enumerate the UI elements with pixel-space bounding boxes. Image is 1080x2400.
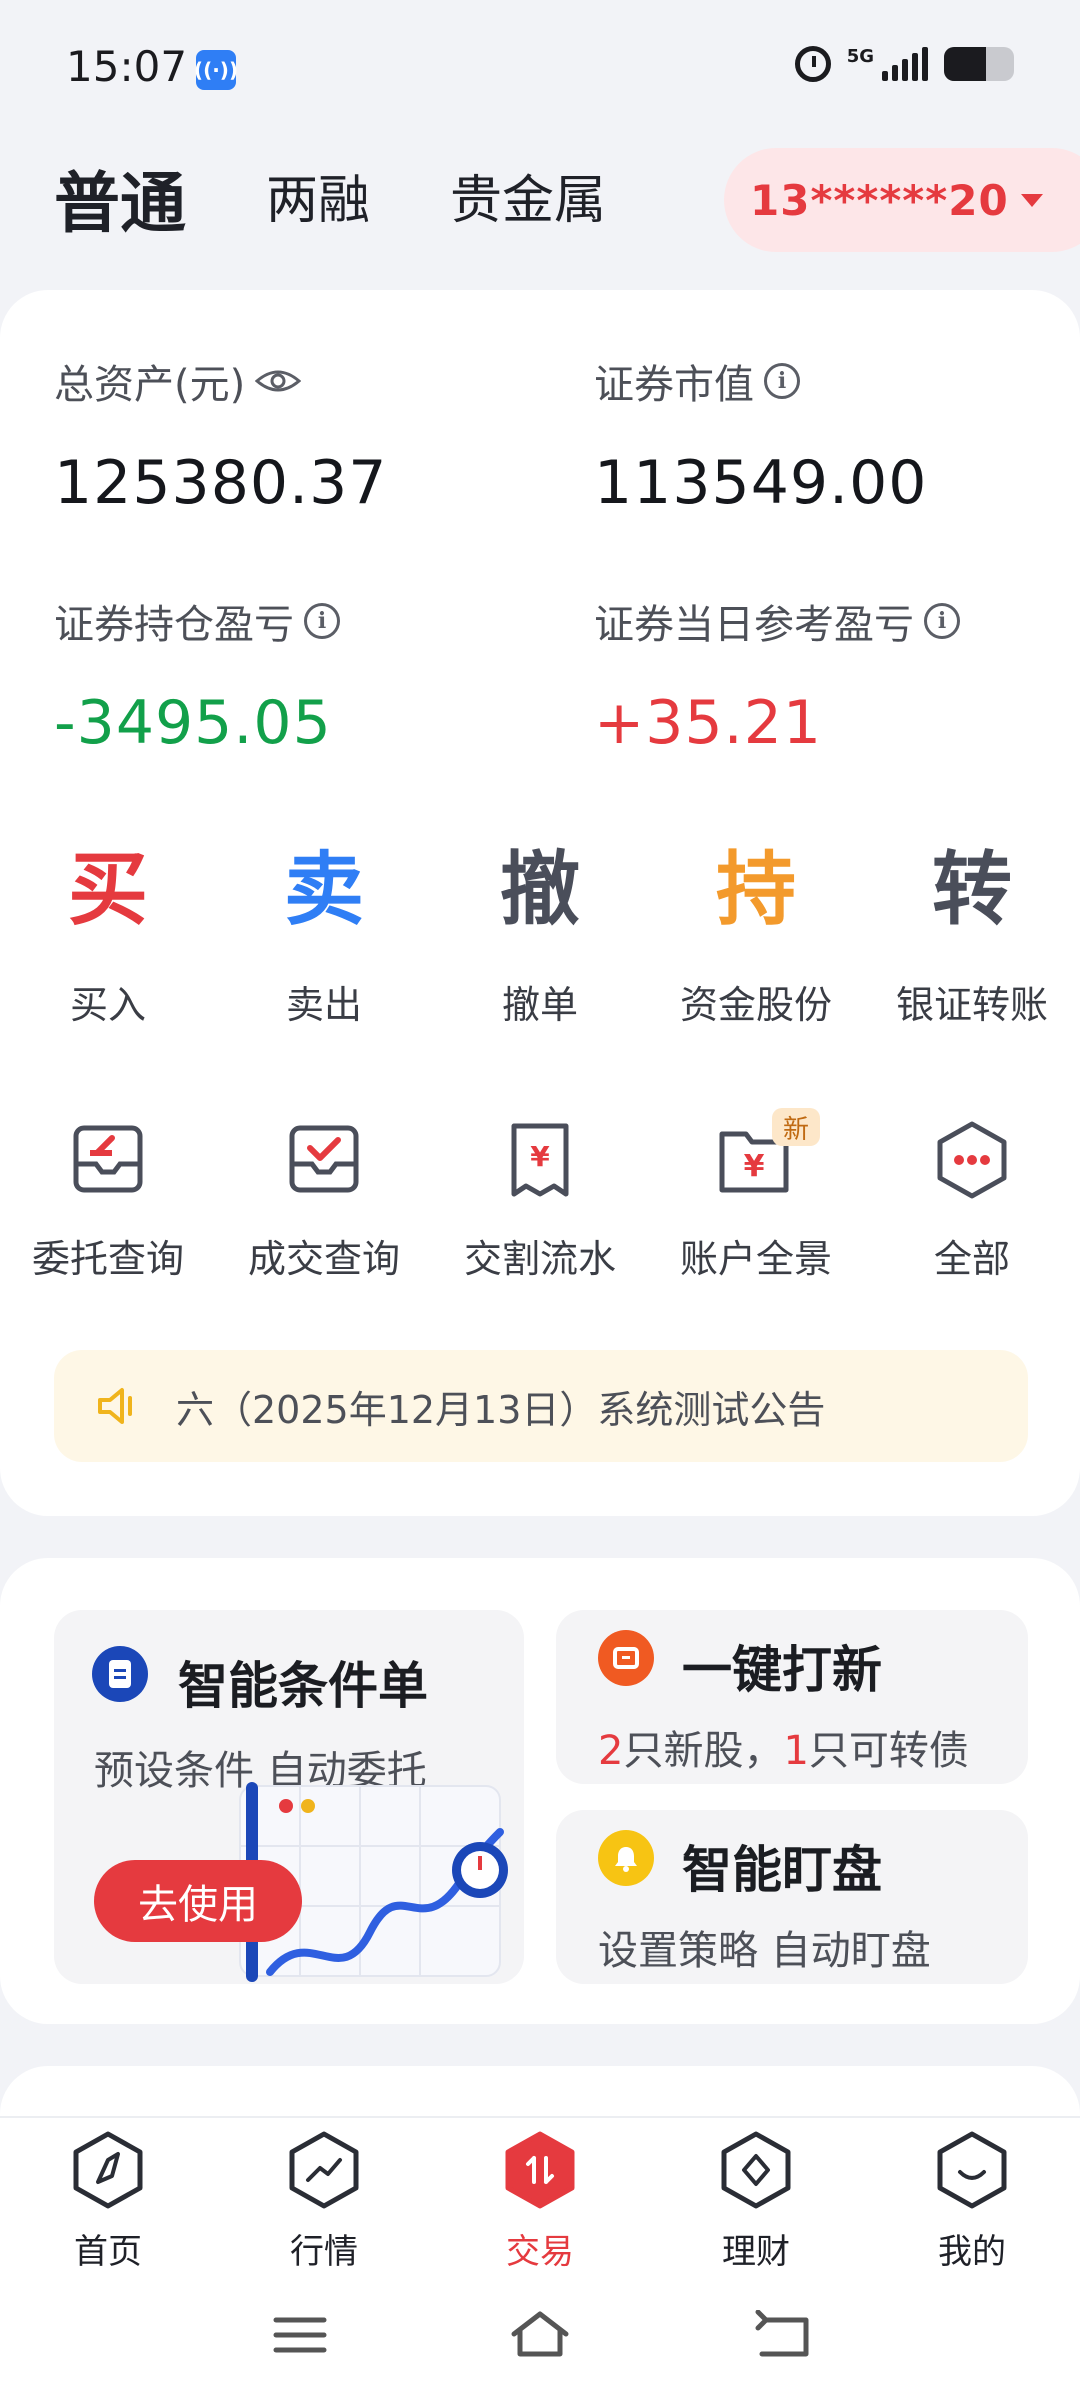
total-assets-label: 总资产(元) <box>54 352 302 410</box>
buy-button[interactable]: 买 买入 <box>0 850 216 1029</box>
use-button[interactable]: 去使用 <box>94 1860 302 1942</box>
more-icon <box>937 1121 1007 1199</box>
holdings-glyph: 持 <box>716 843 796 936</box>
account-overview-label: 账户全景 <box>679 1237 832 1281</box>
transfer-button[interactable]: 转 银证转账 <box>864 850 1080 1029</box>
settlement-button[interactable]: ¥ 交割流水 <box>432 1120 648 1283</box>
cancel-order-button[interactable]: 撤 撤单 <box>432 850 648 1029</box>
deal-query-button[interactable]: 成交查询 <box>216 1120 432 1283</box>
nav-home[interactable]: 首页 <box>0 2130 216 2273</box>
menu-icon[interactable] <box>270 2310 330 2360</box>
all-tools-button[interactable]: 全部 <box>864 1120 1080 1283</box>
info-icon[interactable]: i <box>304 603 340 639</box>
smile-icon <box>937 2131 1007 2209</box>
entrust-query-button[interactable]: 委托查询 <box>0 1120 216 1283</box>
account-selector[interactable]: 13******20 <box>724 148 1080 252</box>
notice-text: 六（2025年12月13日）系统测试公告 <box>176 1387 826 1432</box>
dropdown-arrow-icon <box>1020 193 1043 207</box>
nav-trade-label: 交易 <box>506 2232 574 2272</box>
entrust-query-icon <box>73 1125 143 1193</box>
monitor-subtitle: 设置策略 自动盯盘 <box>598 1928 931 1974</box>
signal-icon <box>882 47 928 81</box>
network-type: 5G <box>846 46 874 67</box>
transfer-label: 银证转账 <box>895 983 1048 1027</box>
compass-icon <box>73 2131 143 2209</box>
entrust-query-label: 委托查询 <box>31 1237 184 1281</box>
eye-icon[interactable] <box>255 367 302 395</box>
holdings-label: 资金股份 <box>679 983 832 1027</box>
notice-bar[interactable]: 六（2025年12月13日）系统测试公告 <box>54 1350 1028 1462</box>
ipo-stock-text: 只新股， <box>623 1728 784 1774</box>
svg-text:¥: ¥ <box>744 1149 765 1184</box>
back-icon[interactable] <box>752 2310 812 2360</box>
battery-icon <box>944 47 1014 81</box>
all-tools-label: 全部 <box>933 1237 1010 1281</box>
status-time: 15:07 <box>66 42 188 91</box>
nav-divider <box>0 2116 1080 2118</box>
total-assets-value: 125380.37 <box>54 448 388 518</box>
nav-trade[interactable]: 交易 <box>432 2130 648 2273</box>
account-overview-button[interactable]: ¥ 账户全景 <box>648 1120 864 1283</box>
sell-label: 卖出 <box>285 983 362 1027</box>
daily-pl-value: +35.21 <box>594 688 823 758</box>
trend-icon <box>289 2131 359 2209</box>
gift-icon <box>598 1630 654 1686</box>
buy-label: 买入 <box>69 983 146 1027</box>
nav-mine-label: 我的 <box>938 2232 1006 2272</box>
status-icons: 5G <box>794 46 1014 82</box>
home-icon[interactable] <box>508 2310 572 2360</box>
nav-market-label: 行情 <box>290 2232 358 2272</box>
speaker-icon <box>98 1388 132 1424</box>
alarm-icon <box>794 46 831 82</box>
settlement-label: 交割流水 <box>463 1237 616 1281</box>
settlement-icon: ¥ <box>511 1123 569 1197</box>
deal-query-label: 成交查询 <box>247 1237 400 1281</box>
nav-mine[interactable]: 我的 <box>864 2130 1080 2273</box>
tab-precious-metals[interactable]: 贵金属 <box>450 158 606 233</box>
sell-button[interactable]: 卖 卖出 <box>216 850 432 1029</box>
transfer-glyph: 转 <box>932 843 1012 936</box>
trade-icon <box>505 2131 575 2209</box>
bell-icon <box>598 1830 654 1886</box>
account-id: 13******20 <box>750 175 1009 225</box>
ipo-subtitle: 2只新股，1只可转债 <box>598 1718 969 1776</box>
document-icon <box>92 1646 148 1702</box>
cancel-glyph: 撤 <box>500 843 580 936</box>
buy-glyph: 买 <box>68 843 148 936</box>
info-icon[interactable]: i <box>924 603 960 639</box>
ipo-bond-text: 只可转债 <box>808 1728 969 1774</box>
monitor-title: 智能盯盘 <box>682 1841 882 1899</box>
ipo-title: 一键打新 <box>682 1641 882 1699</box>
position-pl-label: 证券持仓盈亏 i <box>54 592 340 650</box>
ipo-bond-count: 1 <box>783 1728 809 1774</box>
market-value-label: 证券市值 i <box>594 352 800 410</box>
position-pl-value: -3495.05 <box>54 688 332 758</box>
nav-home-label: 首页 <box>74 2232 142 2272</box>
sell-glyph: 卖 <box>284 843 364 936</box>
nav-wealth-label: 理财 <box>722 2232 790 2272</box>
nav-wealth[interactable]: 理财 <box>648 2130 864 2273</box>
daily-pl-label: 证券当日参考盈亏 i <box>594 592 960 650</box>
nav-market[interactable]: 行情 <box>216 2130 432 2273</box>
new-badge: 新 <box>772 1108 820 1146</box>
tab-normal[interactable]: 普通 <box>54 150 186 246</box>
tab-margin[interactable]: 两融 <box>266 158 370 233</box>
deal-query-icon <box>289 1125 359 1193</box>
hotspot-icon: ((·)) <box>194 50 238 90</box>
holdings-button[interactable]: 持 资金股份 <box>648 850 864 1029</box>
diamond-icon <box>721 2131 791 2209</box>
info-icon[interactable]: i <box>764 363 800 399</box>
market-value: 113549.00 <box>594 448 928 518</box>
cancel-label: 撤单 <box>501 983 578 1027</box>
svg-text:¥: ¥ <box>530 1140 550 1173</box>
ipo-stock-count: 2 <box>598 1728 624 1774</box>
smart-order-title: 智能条件单 <box>178 1657 428 1715</box>
